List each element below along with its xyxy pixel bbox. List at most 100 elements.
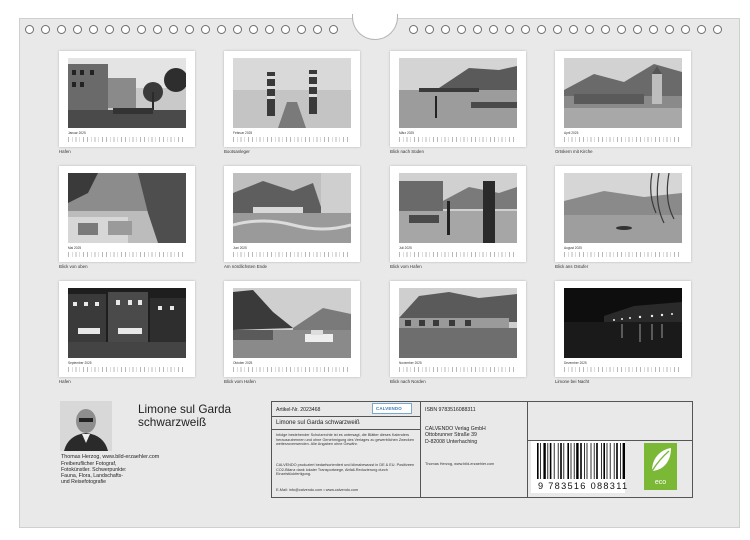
article-number: Artikel-Nr. 2023468 bbox=[276, 407, 321, 413]
month-card: Januar 2025 bbox=[59, 51, 195, 147]
photo-caption: Hafen bbox=[59, 149, 71, 154]
binding-ring bbox=[153, 25, 162, 34]
month-label: Januar 2025 bbox=[68, 131, 86, 135]
binding-ring bbox=[649, 25, 658, 34]
binding-ring bbox=[521, 25, 530, 34]
month-card: Mai 2025 bbox=[59, 166, 195, 262]
barcode-bar bbox=[557, 443, 559, 479]
binding-ring bbox=[457, 25, 466, 34]
barcode-bar bbox=[622, 443, 625, 479]
day-strip bbox=[68, 137, 186, 142]
photo-caption: Bootsanleger bbox=[224, 149, 250, 154]
binding-ring bbox=[569, 25, 578, 34]
month-label: November 2025 bbox=[399, 361, 422, 365]
month-photo bbox=[233, 173, 351, 243]
publisher-address: CALVENDO Verlag GmbH Ottobrunner Straße … bbox=[425, 426, 486, 445]
binding-ring bbox=[617, 25, 626, 34]
binding-ring bbox=[185, 25, 194, 34]
binding-ring bbox=[697, 25, 706, 34]
month-label: Dezember 2025 bbox=[564, 361, 587, 365]
barcode-bar bbox=[573, 443, 575, 479]
binding-ring bbox=[489, 25, 498, 34]
barcode-bar bbox=[540, 443, 541, 479]
binding-ring bbox=[537, 25, 546, 34]
barcode-bar bbox=[537, 443, 539, 479]
month-photo bbox=[233, 58, 351, 128]
barcode-bar bbox=[616, 443, 618, 479]
title-line: schwarzweiß bbox=[138, 415, 207, 429]
isbn: ISBN 9783516088311 bbox=[425, 407, 476, 413]
photo-caption: Am nördlichsten Ende bbox=[224, 264, 267, 269]
binding-ring bbox=[585, 25, 594, 34]
photo-caption: Ortskern mit Kirche bbox=[555, 149, 593, 154]
publisher-line: D-82008 Unterhaching bbox=[425, 438, 478, 445]
month-photo bbox=[68, 58, 186, 128]
barcode-bar bbox=[603, 443, 605, 479]
photo-caption: Limone bei Nacht bbox=[555, 379, 590, 384]
binding-ring bbox=[73, 25, 82, 34]
month-card: August 2025 bbox=[555, 166, 691, 262]
month-card: Februar 2025 bbox=[224, 51, 360, 147]
barcode-bar bbox=[570, 443, 572, 479]
binding-ring bbox=[409, 25, 418, 34]
binding-ring bbox=[217, 25, 226, 34]
barcode-bar bbox=[596, 443, 598, 479]
month-card: Dezember 2025 bbox=[555, 281, 691, 377]
binding-ring bbox=[681, 25, 690, 34]
author-description: Freiberuflicher Fotograf, Fotokünstler. … bbox=[61, 461, 127, 485]
month-label: Februar 2025 bbox=[233, 131, 253, 135]
barcode-bar bbox=[549, 443, 552, 479]
day-strip bbox=[233, 137, 351, 142]
month-photo bbox=[399, 58, 517, 128]
binding-ring bbox=[473, 25, 482, 34]
month-photo bbox=[564, 173, 682, 243]
divider bbox=[420, 401, 421, 498]
day-strip bbox=[233, 252, 351, 257]
barcode-bar bbox=[601, 443, 602, 479]
photo-caption: Blick vom Hafen bbox=[224, 379, 256, 384]
day-strip bbox=[233, 367, 351, 372]
month-photo bbox=[399, 288, 517, 358]
binding-ring bbox=[425, 25, 434, 34]
binding-ring bbox=[505, 25, 514, 34]
barcode-bar bbox=[613, 443, 615, 479]
binding-ring bbox=[25, 25, 34, 34]
binding-ring bbox=[281, 25, 290, 34]
photo-caption: Blick nach Süden bbox=[390, 149, 424, 154]
day-strip bbox=[564, 252, 682, 257]
photo-caption: Hafen bbox=[59, 379, 71, 384]
barcode-bar bbox=[593, 443, 595, 479]
month-card: Oktober 2025 bbox=[224, 281, 360, 377]
day-strip bbox=[399, 367, 517, 372]
binding-ring bbox=[633, 25, 642, 34]
barcode-bar bbox=[547, 443, 549, 479]
photo-caption: Blick vom Hafen bbox=[390, 264, 422, 269]
barcode-bar bbox=[609, 443, 611, 479]
divider bbox=[527, 401, 528, 498]
publisher-line: Ottobrunner Straße 39 bbox=[425, 432, 477, 439]
photo-caption: Blick nach Norden bbox=[390, 379, 426, 384]
month-card: April 2025 bbox=[555, 51, 691, 147]
month-label: Oktober 2025 bbox=[233, 361, 253, 365]
divider bbox=[271, 429, 420, 430]
day-strip bbox=[564, 137, 682, 142]
binding-ring bbox=[601, 25, 610, 34]
binding-ring bbox=[233, 25, 242, 34]
day-strip bbox=[68, 367, 186, 372]
binding-ring bbox=[41, 25, 50, 34]
barcode-bar bbox=[560, 443, 562, 479]
eco-badge: eco bbox=[644, 443, 677, 490]
binding-ring bbox=[249, 25, 258, 34]
barcode-bar bbox=[567, 443, 569, 479]
binding-ring bbox=[329, 25, 338, 34]
binding-ring bbox=[57, 25, 66, 34]
binding-ring bbox=[201, 25, 210, 34]
contact-line: E-Mail: info@calvendo.com • www.calvendo… bbox=[276, 488, 359, 492]
binding-ring bbox=[137, 25, 146, 34]
month-label: Mai 2025 bbox=[68, 246, 82, 250]
month-card: Juli 2025 bbox=[390, 166, 526, 262]
binding-ring bbox=[89, 25, 98, 34]
binding-ring bbox=[713, 25, 722, 34]
barcode-bar bbox=[584, 443, 585, 479]
day-strip bbox=[399, 252, 517, 257]
